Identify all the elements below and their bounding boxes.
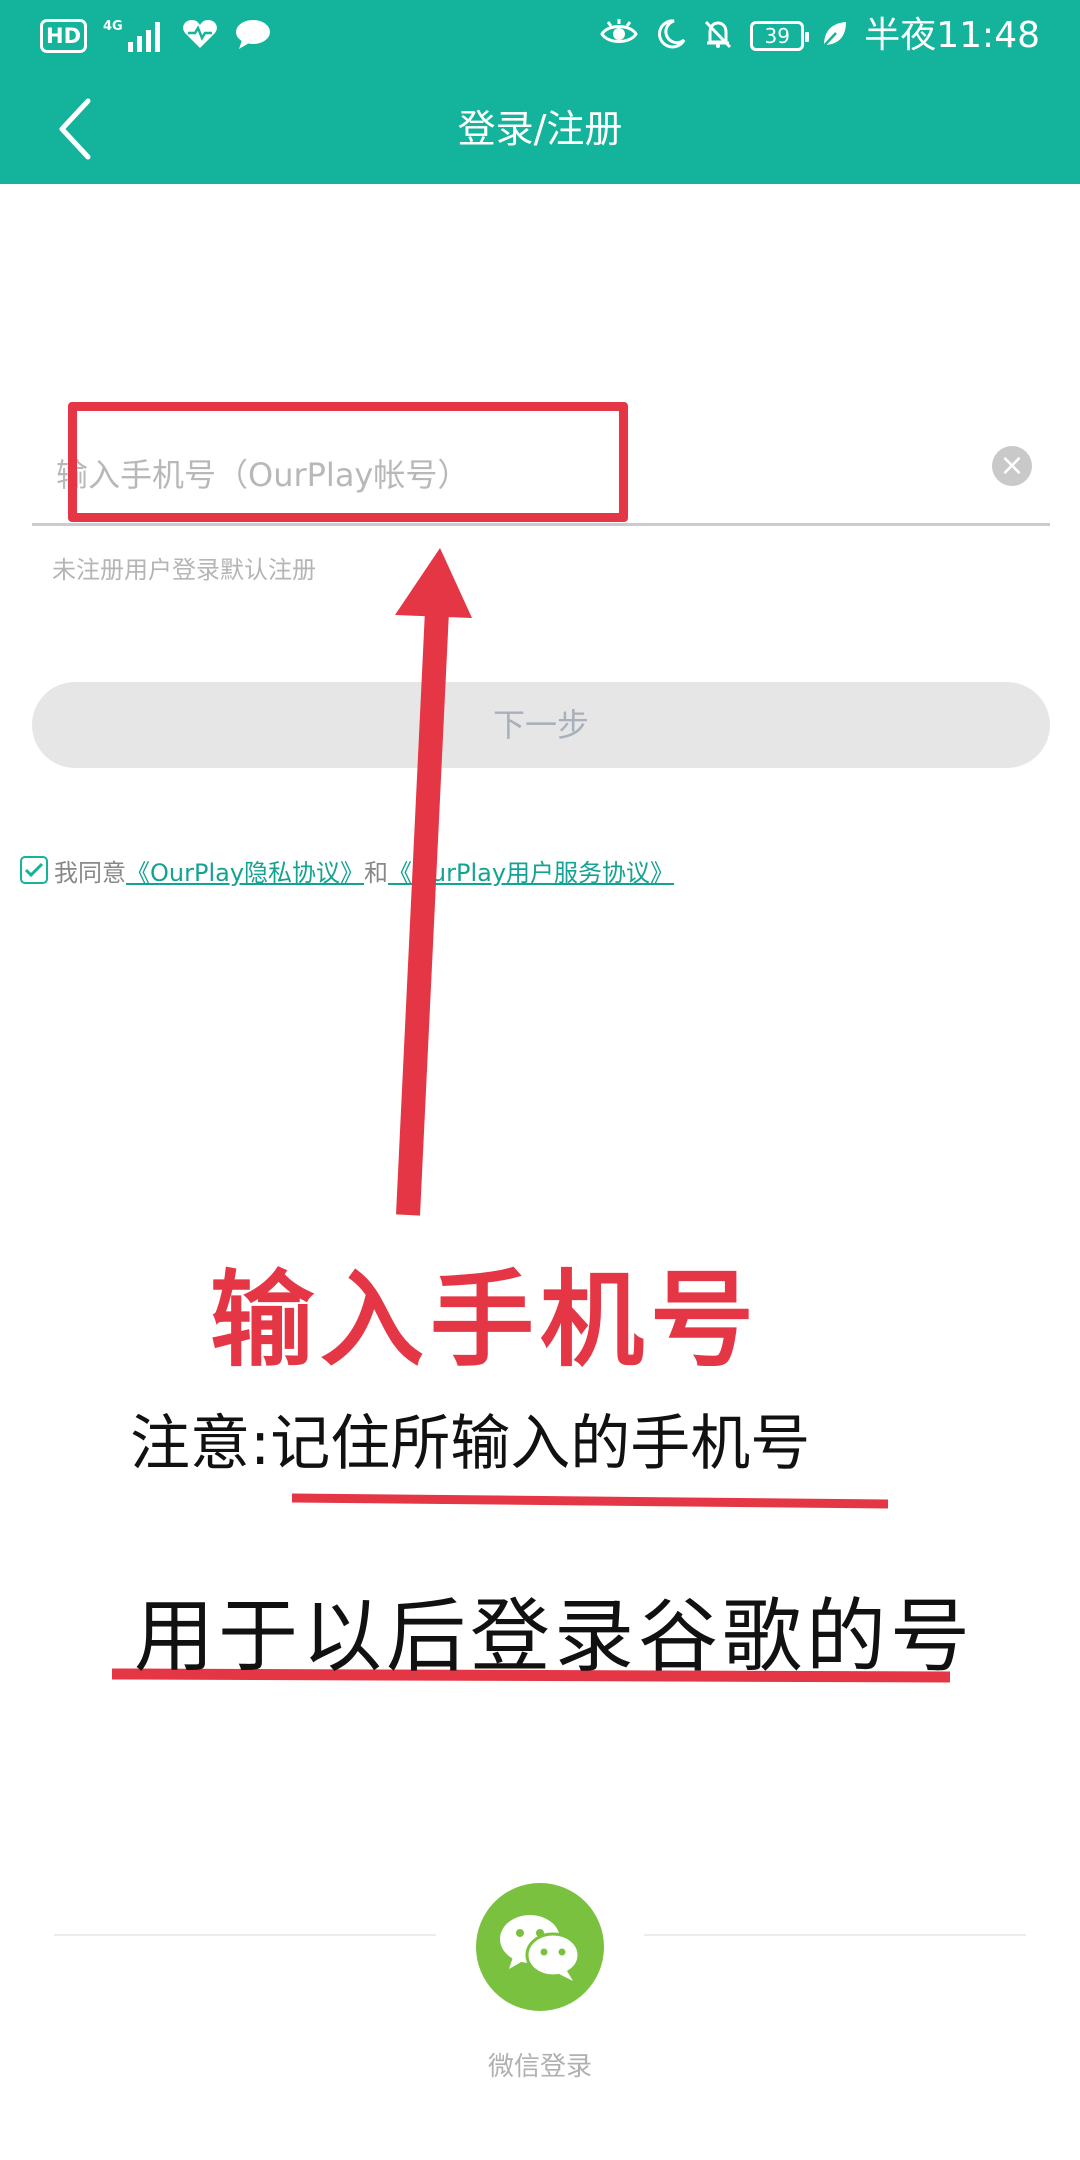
agree-prefix: 我同意 [54,858,126,887]
wechat-icon [500,1915,581,1981]
eye-icon [600,19,639,53]
leaf-icon [820,19,848,53]
page-title: 登录/注册 [457,107,623,151]
agreement-row: 我同意 《OurPlay隐私协议》 和 《OurPlay用户服务协议》 [20,852,674,888]
agree-checkbox[interactable] [20,856,48,884]
check-icon [24,862,44,878]
annotation-highlight-box [68,402,628,522]
annotation-overlay [111,548,951,1683]
moon-icon [654,18,686,54]
health-icon [182,18,218,54]
app-bar: 登录/注册 [0,74,1080,184]
next-button[interactable]: 下一步 [32,682,1050,768]
status-right: 39 半夜11:48 [600,14,1040,58]
mute-bell-icon [702,18,734,54]
hd-indicator: HD [40,19,88,53]
wechat-login-button[interactable] [476,1883,604,2011]
divider-right [644,1934,1026,1936]
agree-and: 和 [364,858,389,887]
annotation-underline-1 [291,1493,889,1509]
network-type: 4G [103,19,123,34]
signal-icon: 4G [103,20,166,52]
status-bar: HD 4G 39 半夜11:48 [0,0,1080,74]
wechat-login-label: 微信登录 [487,2052,592,2082]
register-hint: 未注册用户登录默认注册 [52,556,316,584]
battery-icon: 39 [750,21,810,51]
message-icon [234,18,272,54]
status-time: 半夜11:48 [864,15,1040,56]
privacy-policy-link[interactable]: 《OurPlay隐私协议》 [126,853,364,888]
annotation-note2-text: 用于以后登录谷歌的号 [134,1590,974,1683]
annotation-main-text: 输入手机号 [210,1259,761,1381]
close-icon: × [999,448,1025,483]
annotation-note-text: 注意:记住所输入的手机号 [130,1409,811,1479]
service-agreement-link[interactable]: 《OurPlay用户服务协议》 [388,853,674,888]
status-left: HD 4G [40,16,272,56]
clear-input-button[interactable]: × [992,446,1032,486]
divider-left [54,1934,436,1936]
